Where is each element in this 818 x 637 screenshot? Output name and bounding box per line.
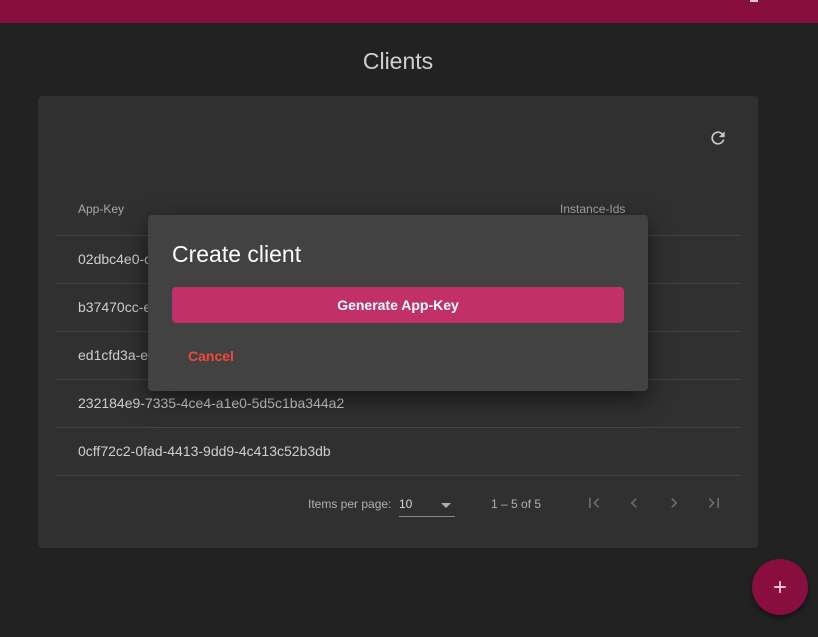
dialog-title: Create client bbox=[172, 241, 302, 267]
cancel-button[interactable]: Cancel bbox=[172, 340, 250, 372]
generate-app-key-button[interactable]: Generate App-Key bbox=[172, 287, 624, 323]
create-client-dialog: Create client Generate App-Key Cancel bbox=[148, 215, 648, 391]
